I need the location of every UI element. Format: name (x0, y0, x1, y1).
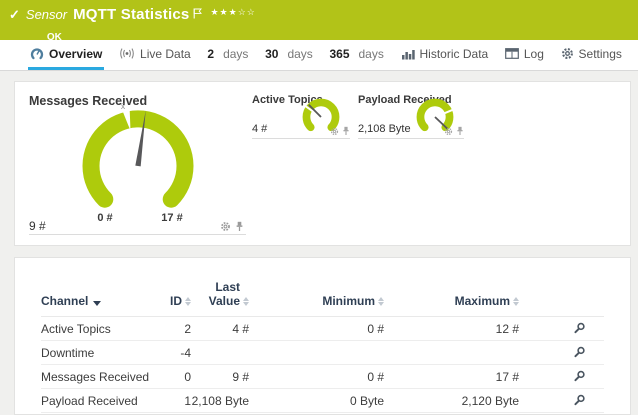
channel-id: -4 (161, 346, 191, 360)
channel-settings-wrench-icon[interactable] (573, 370, 586, 383)
channel-settings-wrench-icon[interactable] (573, 346, 586, 359)
column-header-maximum[interactable]: Maximum (384, 294, 519, 308)
channel-table-panel: Channel ID Last Value Minimum Maximum Ac… (14, 257, 631, 415)
tab-bar: Overview Live Data 2days 30days 365days … (0, 40, 638, 71)
table-row-active-topics: Active Topics 2 4 # 0 # 12 # (41, 317, 604, 341)
channel-name: Active Topics (41, 322, 161, 336)
tab-live-data[interactable]: Live Data (117, 40, 193, 70)
object-kind-label: Sensor (26, 7, 67, 22)
channel-id: 1 (161, 394, 191, 408)
channel-minimum: 0 Byte (249, 394, 384, 408)
channel-maximum: 2,120 Byte (384, 394, 519, 408)
edit-gear-icon[interactable] (220, 221, 231, 232)
tab-365-days[interactable]: 365days (327, 40, 385, 70)
column-header-minimum[interactable]: Minimum (249, 294, 384, 308)
gauge-active-topics: Active Topics 4 # (252, 94, 350, 139)
tab-log[interactable]: Log (503, 40, 546, 70)
pin-icon[interactable] (235, 221, 244, 232)
gauge-min-label: 0 # (97, 212, 112, 224)
channel-name: Messages Received (41, 370, 161, 384)
column-header-id[interactable]: ID (161, 294, 191, 308)
log-table-icon (505, 48, 519, 59)
tab-settings[interactable]: Settings (559, 40, 624, 70)
channel-table-header: Channel ID Last Value Minimum Maximum (41, 270, 604, 317)
gauge-current-value: 2,108 Byte (358, 123, 411, 135)
table-row-messages-received: Messages Received 0 9 # 0 # 17 # (41, 365, 604, 389)
channel-last-value: 2,108 Byte (191, 394, 249, 408)
channel-maximum: 12 # (384, 322, 519, 336)
gear-icon (561, 47, 574, 60)
sensor-title: MQTT Statistics (73, 6, 189, 23)
channel-last-value: 4 # (191, 322, 249, 336)
priority-stars[interactable]: ★★★☆☆ (210, 7, 255, 18)
gauge-payload-received: Payload Received 2,108 Byte (358, 94, 464, 139)
tab-overview[interactable]: Overview (28, 40, 104, 70)
sort-caret-icon (93, 301, 101, 306)
sort-arrows-icon (513, 297, 519, 306)
channel-settings-wrench-icon[interactable] (573, 322, 586, 335)
channel-name: Payload Received (41, 394, 161, 408)
channel-name: Downtime (41, 346, 161, 360)
channel-last-value: 9 # (191, 370, 249, 384)
gauge-current-value: 9 # (29, 219, 46, 233)
table-row-payload-received: Payload Received 1 2,108 Byte 0 Byte 2,1… (41, 389, 604, 413)
live-signal-icon (119, 48, 135, 59)
pin-icon[interactable] (456, 126, 464, 136)
edit-gear-icon[interactable] (444, 127, 453, 136)
sensor-status-header: ✓ Sensor MQTT Statistics ★★★☆☆ OK (0, 0, 638, 40)
channel-id: 0 (161, 370, 191, 384)
channel-minimum: 0 # (249, 322, 384, 336)
overview-gauges-panel: Messages Received x̄ 0 # 17 # 9 # Active… (14, 81, 631, 246)
channel-id: 2 (161, 322, 191, 336)
gauge-max-label: 17 # (161, 212, 182, 224)
channel-minimum: 0 # (249, 370, 384, 384)
bar-chart-icon (401, 48, 415, 60)
ok-checkmark-icon: ✓ (9, 8, 20, 22)
channel-settings-wrench-icon[interactable] (573, 394, 586, 407)
tab-historic-data[interactable]: Historic Data (399, 40, 491, 70)
flag-icon[interactable] (193, 6, 202, 24)
tab-30-days[interactable]: 30days (263, 40, 315, 70)
pin-icon[interactable] (342, 126, 350, 136)
gauge-messages-received: Messages Received x̄ 0 # 17 # 9 # (29, 94, 246, 235)
gauge-current-value: 4 # (252, 123, 267, 135)
channel-maximum: 17 # (384, 370, 519, 384)
tab-2-days[interactable]: 2days (205, 40, 250, 70)
gauge-dial: x̄ (63, 102, 213, 224)
column-header-last-value[interactable]: Last Value (191, 280, 249, 308)
table-row-downtime: Downtime -4 (41, 341, 604, 365)
edit-gear-icon[interactable] (330, 127, 339, 136)
column-header-channel[interactable]: Channel (41, 294, 161, 308)
gauge-icon (30, 47, 44, 61)
